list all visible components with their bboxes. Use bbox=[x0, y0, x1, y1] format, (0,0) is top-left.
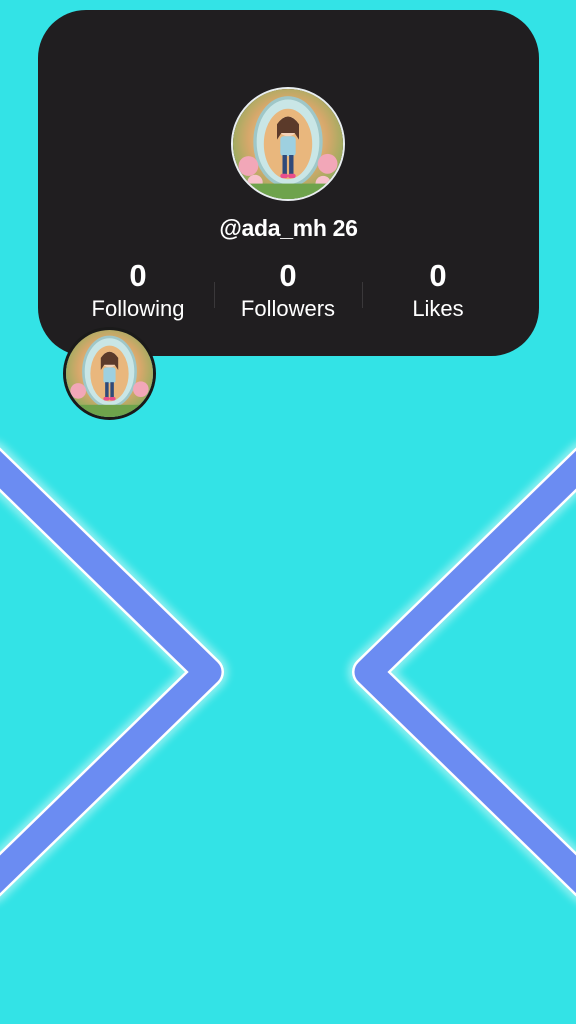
avatar-image bbox=[66, 330, 153, 417]
profile-avatar[interactable] bbox=[231, 87, 345, 201]
following-label: Following bbox=[91, 296, 185, 321]
stat-followers[interactable]: 0 Followers bbox=[213, 258, 363, 322]
chevron-left-icon[interactable] bbox=[0, 442, 228, 902]
screen: @ada_mh 26 0 Following 0 Followers 0 Lik… bbox=[0, 0, 576, 1024]
likes-count: 0 bbox=[429, 258, 447, 293]
following-count: 0 bbox=[129, 258, 147, 293]
followers-label: Followers bbox=[240, 296, 336, 321]
floating-avatar[interactable] bbox=[63, 327, 156, 420]
avatar-image bbox=[233, 89, 343, 199]
stat-following[interactable]: 0 Following bbox=[63, 258, 213, 322]
followers-count: 0 bbox=[279, 258, 297, 293]
chevron-right-icon[interactable] bbox=[348, 442, 576, 902]
likes-label: Likes bbox=[412, 296, 464, 321]
profile-card: @ada_mh 26 0 Following 0 Followers 0 Lik… bbox=[38, 10, 539, 356]
stat-likes[interactable]: 0 Likes bbox=[363, 258, 513, 322]
username: @ada_mh 26 bbox=[219, 215, 358, 241]
